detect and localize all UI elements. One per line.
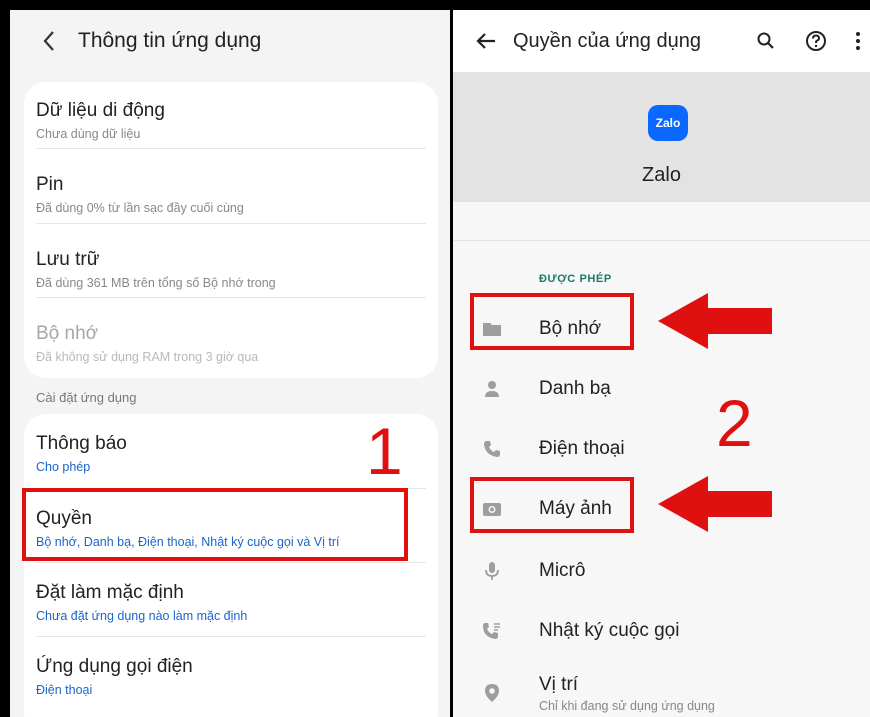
highlight-storage-box <box>470 293 634 350</box>
contacts-icon <box>481 378 503 400</box>
help-button[interactable] <box>799 24 833 58</box>
help-icon <box>806 31 826 51</box>
item-title: Bộ nhớ <box>36 323 99 344</box>
call-log-icon <box>481 620 503 642</box>
step-2-label: 2 <box>716 386 753 460</box>
app-info-header: Thông tin ứng dụng <box>10 10 450 72</box>
app-info-panel: Thông tin ứng dụng Dữ liệu di động Chưa … <box>10 10 450 717</box>
permission-subtitle: Chỉ khi đang sử dụng ứng dụng <box>539 699 715 713</box>
calling-app-item[interactable]: Ứng dụng gọi điện Điện thoại <box>36 655 426 698</box>
permission-label: Nhật ký cuộc gọi <box>539 620 680 641</box>
storage-item[interactable]: Lưu trữ Đã dùng 361 MB trên tổng số Bộ n… <box>36 248 426 291</box>
memory-item[interactable]: Bộ nhớ Đã không sử dụng RAM trong 3 giờ … <box>36 322 426 365</box>
permission-microphone[interactable]: Micrô <box>453 548 870 598</box>
arrow-left-icon <box>476 33 495 49</box>
permission-label: Vị trí <box>539 674 579 695</box>
permissions-header: Quyền của ứng dụng <box>453 10 870 72</box>
app-logo-text: Zalo <box>655 116 681 130</box>
item-title: Lưu trữ <box>36 249 100 270</box>
section-label: Cài đặt ứng dụng <box>36 390 137 405</box>
item-title: Ứng dụng gọi điện <box>36 656 193 677</box>
item-subtitle: Chưa dùng dữ liệu <box>36 127 141 141</box>
page-title: Quyền của ứng dụng <box>513 29 701 52</box>
mobile-data-item[interactable]: Dữ liệu di động Chưa dùng dữ liệu <box>36 99 426 142</box>
usage-card: Dữ liệu di động Chưa dùng dữ liệu Pin Đã… <box>24 82 438 378</box>
permission-label: Danh bạ <box>539 378 611 399</box>
app-header: Zalo Zalo <box>453 72 870 202</box>
page-title: Thông tin ứng dụng <box>78 29 262 52</box>
highlight-permissions-box <box>22 488 408 561</box>
item-title: Đặt làm mặc định <box>36 582 184 603</box>
item-title: Pin <box>36 174 64 195</box>
more-options-button[interactable] <box>841 24 870 58</box>
microphone-icon <box>481 560 503 582</box>
chevron-left-icon <box>43 31 54 51</box>
search-icon <box>757 32 774 49</box>
item-subtitle: Điện thoại <box>36 683 93 697</box>
more-vert-icon <box>856 32 860 50</box>
app-name: Zalo <box>642 164 681 186</box>
back-button[interactable] <box>469 24 503 58</box>
divider <box>36 297 426 298</box>
permission-location[interactable]: Vị trí Chỉ khi đang sử dụng ứng dụng <box>453 666 870 716</box>
zalo-app-icon: Zalo <box>648 105 688 141</box>
arrow-left-annotation-icon <box>658 293 772 349</box>
app-permissions-panel: Quyền của ứng dụng Zalo Zalo ĐƯỢC PHÉP B… <box>453 10 870 717</box>
step-1-label: 1 <box>366 414 403 488</box>
permission-label: Micrô <box>539 560 586 581</box>
allowed-section-label: ĐƯỢC PHÉP <box>539 273 612 285</box>
location-icon <box>481 682 503 704</box>
item-subtitle: Đã dùng 0% từ lần sạc đầy cuối cùng <box>36 201 244 215</box>
permission-contacts[interactable]: Danh bạ <box>453 366 870 416</box>
permission-phone[interactable]: Điện thoại <box>453 426 870 476</box>
battery-item[interactable]: Pin Đã dùng 0% từ lần sạc đầy cuối cùng <box>36 173 426 216</box>
divider <box>36 148 426 149</box>
permission-label: Điện thoại <box>539 438 625 459</box>
divider <box>36 562 426 563</box>
back-button[interactable] <box>26 18 72 64</box>
permission-call-log[interactable]: Nhật ký cuộc gọi <box>453 608 870 658</box>
phone-icon <box>481 438 503 460</box>
item-subtitle: Đã dùng 361 MB trên tổng số Bộ nhớ trong <box>36 276 276 290</box>
highlight-camera-box <box>470 477 634 533</box>
item-subtitle: Đã không sử dụng RAM trong 3 giờ qua <box>36 350 259 364</box>
item-title: Dữ liệu di động <box>36 100 165 121</box>
divider <box>36 636 426 637</box>
set-default-item[interactable]: Đặt làm mặc định Chưa đặt ứng dụng nào l… <box>36 581 426 624</box>
search-button[interactable] <box>749 24 783 58</box>
divider <box>453 240 870 241</box>
divider <box>36 223 426 224</box>
arrow-left-annotation-icon <box>658 476 772 532</box>
item-subtitle: Chưa đặt ứng dụng nào làm mặc định <box>36 609 248 623</box>
